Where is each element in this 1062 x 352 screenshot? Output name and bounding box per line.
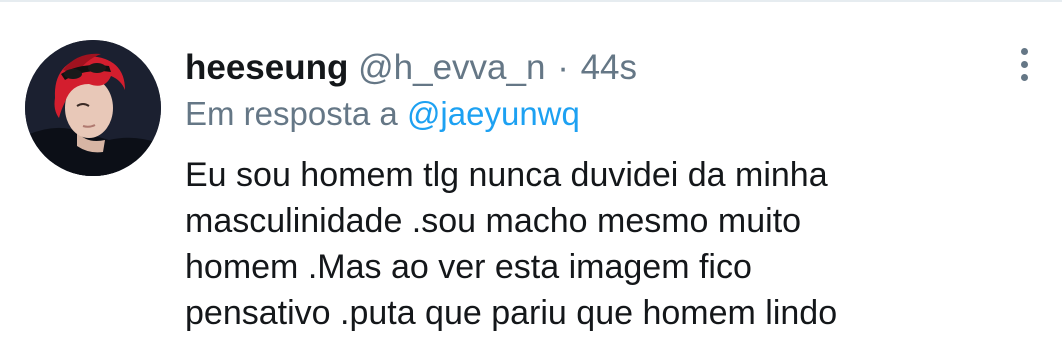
more-options-button[interactable]: [1004, 42, 1044, 86]
reply-mention-link[interactable]: @jaeyunwq: [407, 95, 580, 132]
timestamp[interactable]: 44s: [581, 48, 637, 87]
avatar-image: [25, 40, 161, 176]
tweet-text-line: Eu sou homem tlg nunca duvidei da minha: [185, 152, 1045, 198]
tweet-header: heeseung @h_evva_n · 44s: [185, 46, 637, 90]
reply-context: Em resposta a @jaeyunwq: [185, 92, 580, 136]
avatar[interactable]: [25, 40, 161, 176]
tweet-text-line: pensativo .puta que pariu que homem lind…: [185, 290, 1045, 336]
reply-prefix: Em resposta a: [185, 95, 398, 132]
user-handle[interactable]: @h_evva_n: [358, 48, 545, 87]
tweet[interactable]: heeseung @h_evva_n · 44s Em resposta a @…: [0, 2, 1062, 352]
tweet-text-line: masculinidade .sou macho mesmo muito: [185, 198, 1045, 244]
display-name[interactable]: heeseung: [185, 48, 348, 87]
separator: ·: [555, 48, 571, 87]
tweet-text: Eu sou homem tlg nunca duvidei da minha …: [185, 152, 1045, 336]
tweet-text-line: homem .Mas ao ver esta imagem fico: [185, 244, 1045, 290]
vertical-ellipsis-icon: [1021, 48, 1028, 81]
